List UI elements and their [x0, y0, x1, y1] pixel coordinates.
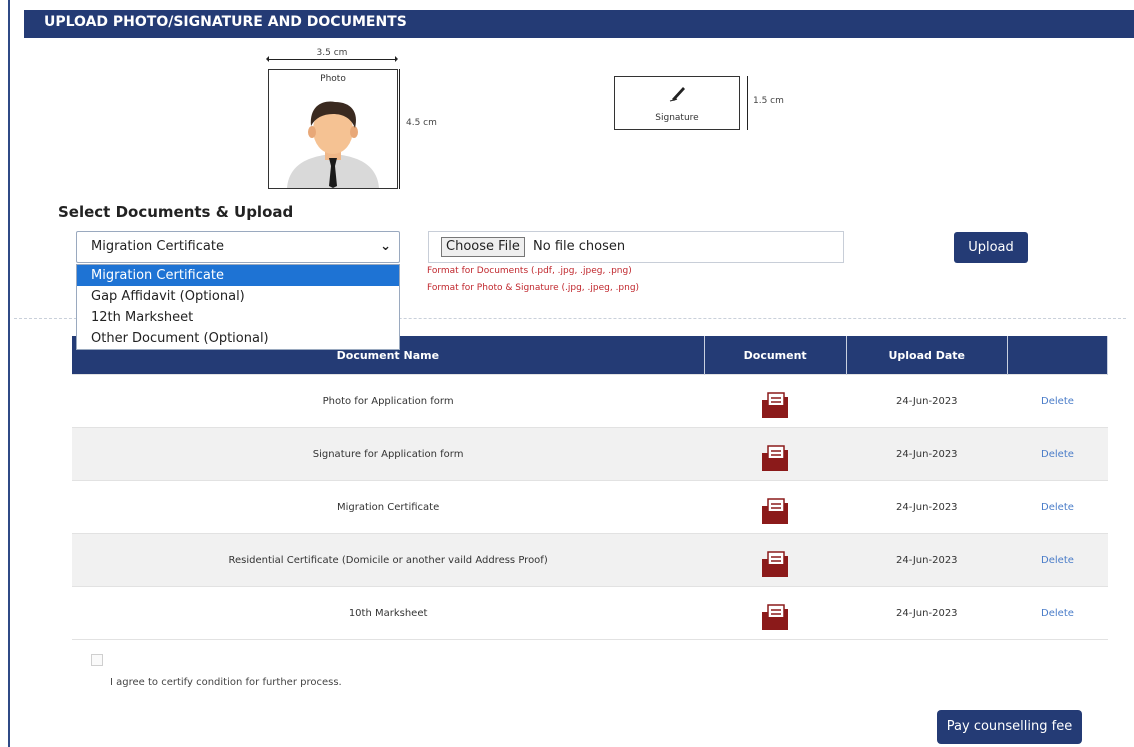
upload-date-cell: 24-Jun-2023	[846, 427, 1008, 481]
document-cell	[704, 427, 847, 481]
table-row: Signature for Application form 24-Jun-20…	[72, 427, 1108, 481]
photo-width-label: 3.5 cm	[316, 48, 348, 58]
upload-button[interactable]: Upload	[954, 232, 1028, 263]
document-cell	[704, 586, 847, 640]
delete-link[interactable]: Delete	[1007, 533, 1108, 587]
signature-height-label: 1.5 cm	[753, 96, 784, 106]
photo-label: Photo	[320, 74, 346, 84]
agree-checkbox[interactable]	[91, 654, 103, 666]
table-row: Residential Certificate (Domicile or ano…	[72, 533, 1108, 587]
upload-date-cell: 24-Jun-2023	[846, 586, 1008, 640]
signature-sample-box: Signature	[614, 76, 740, 130]
chevron-down-icon: ⌄	[380, 239, 391, 254]
signature-label: Signature	[655, 113, 699, 123]
table-row: Photo for Application form 24-Jun-2023 D…	[72, 374, 1108, 428]
agree-text: I agree to certify condition for further…	[110, 677, 342, 688]
table-row: Migration Certificate 24-Jun-2023 Delete	[72, 480, 1108, 534]
dropdown-option-12th-marksheet[interactable]: 12th Marksheet	[77, 307, 399, 328]
table-row: 10th Marksheet 24-Jun-2023 Delete	[72, 586, 1108, 640]
photo-spec: 3.5 cm Photo 4.5 cm	[266, 40, 456, 190]
dropdown-option-other-document[interactable]: Other Document (Optional)	[77, 328, 399, 349]
document-folder-icon[interactable]	[760, 391, 790, 422]
file-input[interactable]: Choose File No file chosen	[428, 231, 844, 263]
header-document: Document	[704, 336, 847, 375]
document-name-cell: Signature for Application form	[72, 427, 705, 481]
dropdown-option-migration-certificate[interactable]: Migration Certificate	[77, 265, 399, 286]
photo-sample-box: Photo	[268, 69, 398, 189]
document-name-cell: Migration Certificate	[72, 480, 705, 534]
dropdown-option-gap-affidavit[interactable]: Gap Affidavit (Optional)	[77, 286, 399, 307]
photo-height-label: 4.5 cm	[406, 118, 437, 128]
choose-file-button[interactable]: Choose File	[441, 237, 525, 257]
delete-link[interactable]: Delete	[1007, 480, 1108, 534]
upload-date-cell: 24-Jun-2023	[846, 374, 1008, 428]
document-folder-icon[interactable]	[760, 497, 790, 528]
header-action	[1007, 336, 1109, 375]
document-cell	[704, 533, 847, 587]
document-name-cell: 10th Marksheet	[72, 586, 705, 640]
header-upload-date: Upload Date	[846, 336, 1008, 375]
document-cell	[704, 480, 847, 534]
document-type-selected: Migration Certificate	[91, 239, 224, 254]
format-documents-hint: Format for Documents (.pdf, .jpg, .jpeg,…	[427, 266, 632, 276]
document-folder-icon[interactable]	[760, 603, 790, 634]
document-type-dropdown: Migration Certificate Gap Affidavit (Opt…	[76, 264, 400, 350]
document-name-cell: Photo for Application form	[72, 374, 705, 428]
document-name-cell: Residential Certificate (Domicile or ano…	[72, 533, 705, 587]
documents-table: Document Name Document Upload Date Photo…	[72, 336, 1109, 640]
photo-height-arrow	[399, 69, 400, 189]
document-type-select[interactable]: Migration Certificate ⌄	[76, 231, 400, 263]
upload-date-cell: 24-Jun-2023	[846, 480, 1008, 534]
select-documents-title: Select Documents & Upload	[58, 203, 294, 221]
delete-link[interactable]: Delete	[1007, 427, 1108, 481]
format-photo-hint: Format for Photo & Signature (.jpg, .jpe…	[427, 283, 640, 293]
pay-counselling-fee-button[interactable]: Pay counselling fee	[937, 710, 1082, 744]
upload-date-cell: 24-Jun-2023	[846, 533, 1008, 587]
delete-link[interactable]: Delete	[1007, 586, 1108, 640]
signature-height-arrow	[747, 76, 748, 130]
document-cell	[704, 374, 847, 428]
delete-link[interactable]: Delete	[1007, 374, 1108, 428]
left-border	[8, 0, 10, 747]
section-header: UPLOAD PHOTO/SIGNATURE AND DOCUMENTS	[24, 10, 1134, 38]
person-avatar-icon	[287, 101, 379, 188]
pen-icon	[669, 87, 685, 102]
document-folder-icon[interactable]	[760, 444, 790, 475]
file-status: No file chosen	[533, 239, 626, 254]
signature-spec: Signature 1.5 cm	[614, 76, 804, 136]
photo-width-arrow	[266, 56, 398, 62]
document-folder-icon[interactable]	[760, 550, 790, 581]
